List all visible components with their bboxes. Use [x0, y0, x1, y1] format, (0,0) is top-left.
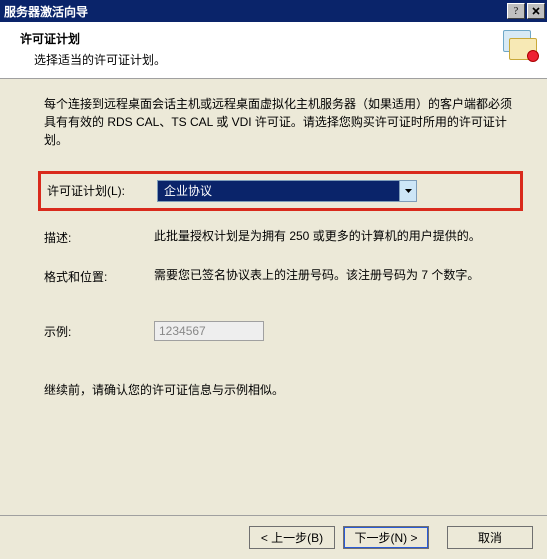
next-button[interactable]: 下一步(N) >	[343, 526, 429, 549]
example-label: 示例:	[44, 321, 154, 340]
description-label: 描述:	[44, 227, 154, 246]
license-plan-label: 许可证计划(L):	[47, 180, 157, 199]
svg-text:?: ?	[514, 6, 519, 16]
wizard-header: 许可证计划 选择适当的许可证计划。	[0, 22, 547, 79]
chevron-down-icon	[399, 181, 416, 201]
certificate-icon	[497, 30, 535, 64]
button-bar: < 上一步(B) 下一步(N) > 取消	[0, 515, 547, 559]
header-subtitle: 选择适当的许可证计划。	[34, 51, 497, 68]
description-row: 描述: 此批量授权计划是为拥有 250 或更多的计算机的用户提供的。	[44, 227, 517, 246]
title-bar: 服务器激活向导 ?	[0, 0, 547, 22]
description-value: 此批量授权计划是为拥有 250 或更多的计算机的用户提供的。	[154, 227, 517, 245]
header-title: 许可证计划	[20, 30, 497, 47]
license-plan-dropdown[interactable]: 企业协议	[157, 180, 417, 202]
example-row: 示例:	[44, 321, 517, 341]
license-plan-value: 企业协议	[158, 182, 399, 200]
confirm-note: 继续前，请确认您的许可证信息与示例相似。	[44, 381, 517, 398]
format-location-label: 格式和位置:	[44, 266, 154, 285]
help-button[interactable]: ?	[507, 3, 525, 19]
cancel-button[interactable]: 取消	[447, 526, 533, 549]
header-text: 许可证计划 选择适当的许可证计划。	[20, 30, 497, 68]
format-location-value: 需要您已签名协议表上的注册号码。该注册号码为 7 个数字。	[154, 266, 517, 284]
close-button[interactable]	[527, 3, 545, 19]
wizard-body: 每个连接到远程桌面会话主机或远程桌面虚拟化主机服务器（如果适用）的客户端都必须具…	[0, 79, 547, 398]
format-location-row: 格式和位置: 需要您已签名协议表上的注册号码。该注册号码为 7 个数字。	[44, 266, 517, 285]
license-plan-row: 许可证计划(L): 企业协议	[38, 171, 523, 211]
example-input	[154, 321, 264, 341]
window-title: 服务器激活向导	[4, 3, 505, 20]
intro-text: 每个连接到远程桌面会话主机或远程桌面虚拟化主机服务器（如果适用）的客户端都必须具…	[44, 95, 517, 149]
back-button[interactable]: < 上一步(B)	[249, 526, 335, 549]
